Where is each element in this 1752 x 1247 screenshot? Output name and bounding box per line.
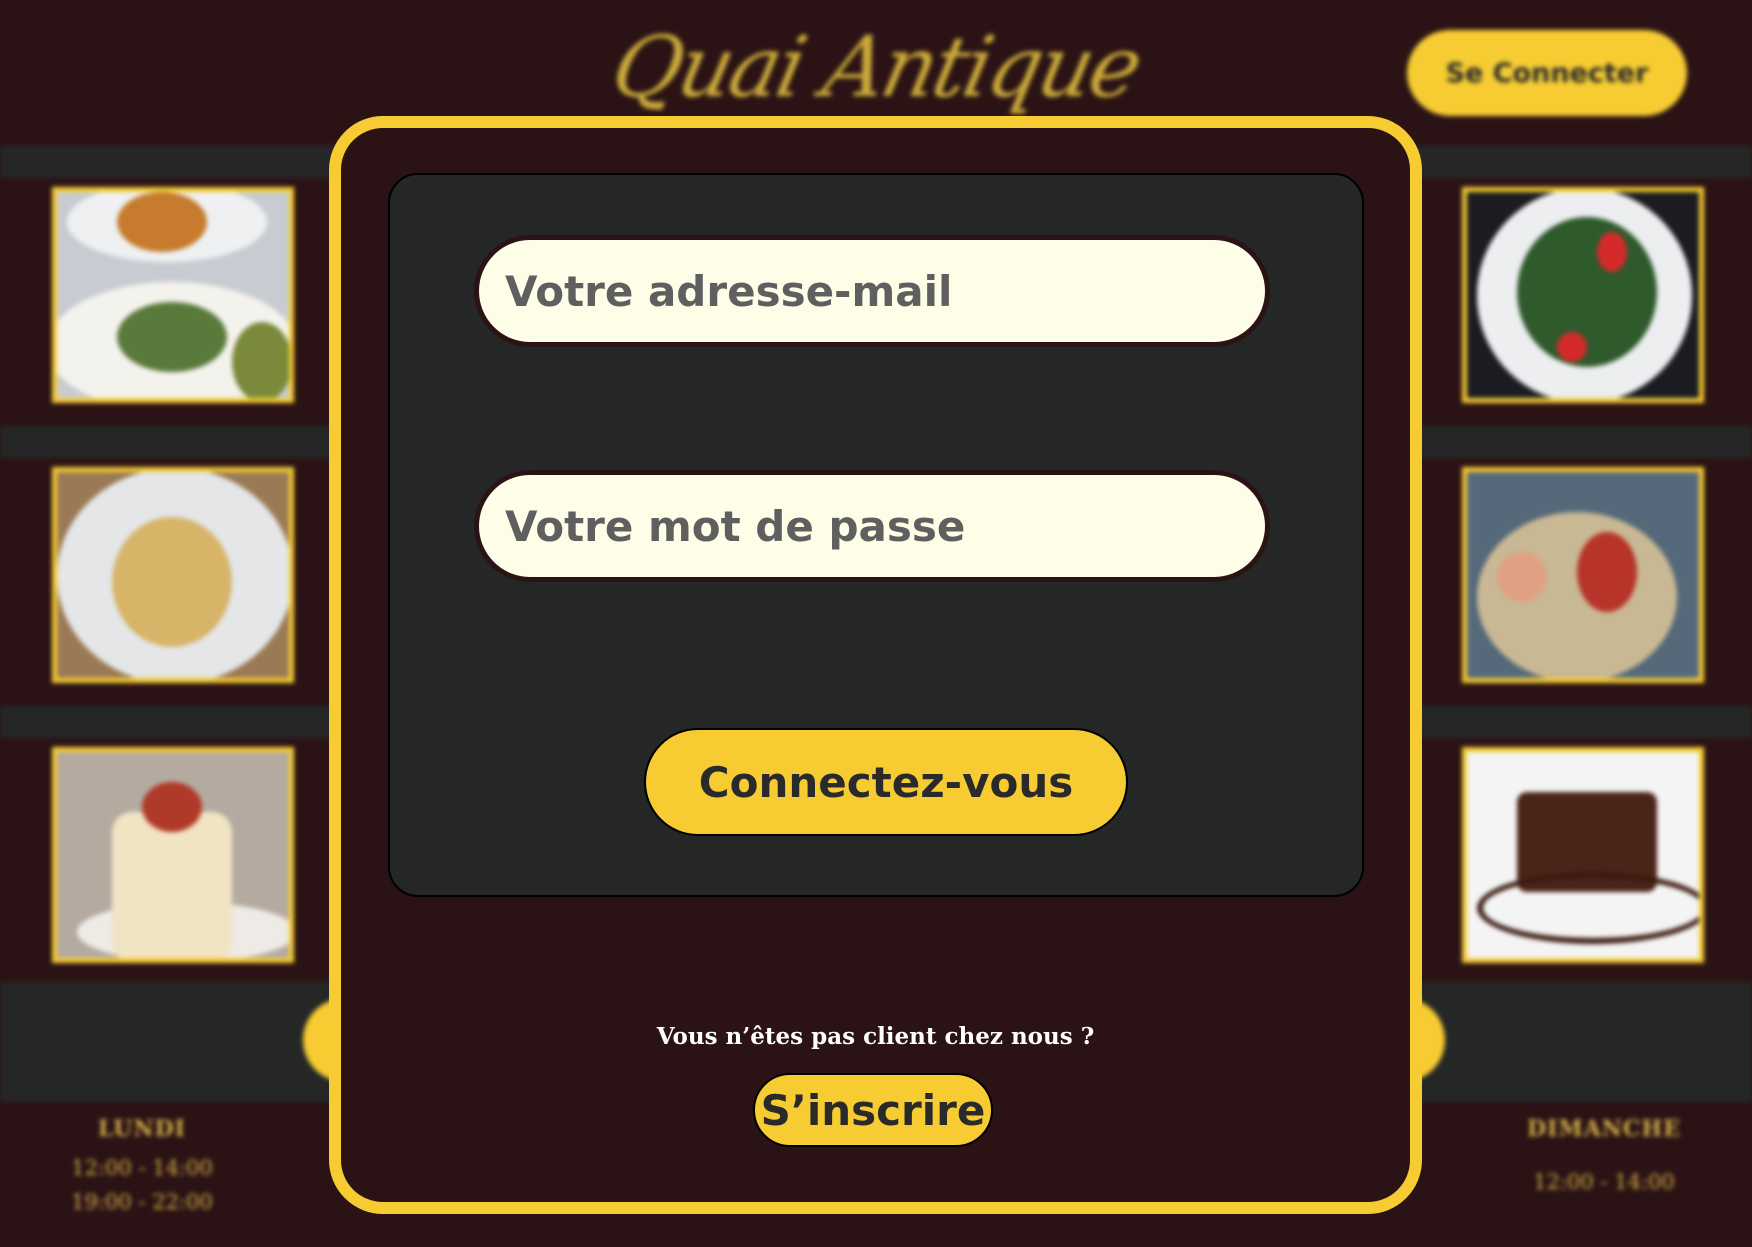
schedule-day: LUNDI (98, 1116, 186, 1142)
login-submit-button[interactable]: Connectez-vous (644, 728, 1128, 836)
header-connect-button[interactable]: Se Connecter (1407, 30, 1687, 116)
dish-photo (52, 467, 294, 683)
schedule-slot: 12:00 - 14:00 (1533, 1170, 1675, 1194)
email-field[interactable] (474, 235, 1270, 347)
schedule-slot: 12:00 - 14:00 (71, 1156, 213, 1180)
login-form-panel: Connectez-vous (388, 173, 1364, 897)
schedule-monday: LUNDI 12:00 - 14:00 19:00 - 22:00 (32, 1116, 252, 1214)
password-field[interactable] (474, 470, 1270, 582)
signup-button[interactable]: S’inscrire (753, 1073, 993, 1147)
dish-photo (52, 747, 294, 963)
schedule-slot: 19:00 - 22:00 (71, 1190, 213, 1214)
dish-photo (52, 187, 294, 403)
not-client-text: Vous n’êtes pas client chez nous ? (656, 1023, 1095, 1050)
schedule-day: DIMANCHE (1527, 1116, 1681, 1142)
login-modal: Connectez-vous Vous n’êtes pas client ch… (329, 116, 1422, 1214)
dish-photo (1462, 467, 1704, 683)
dish-photo (1462, 747, 1704, 963)
schedule-sunday: DIMANCHE 12:00 - 14:00 (1494, 1116, 1714, 1194)
dish-photo (1462, 187, 1704, 403)
